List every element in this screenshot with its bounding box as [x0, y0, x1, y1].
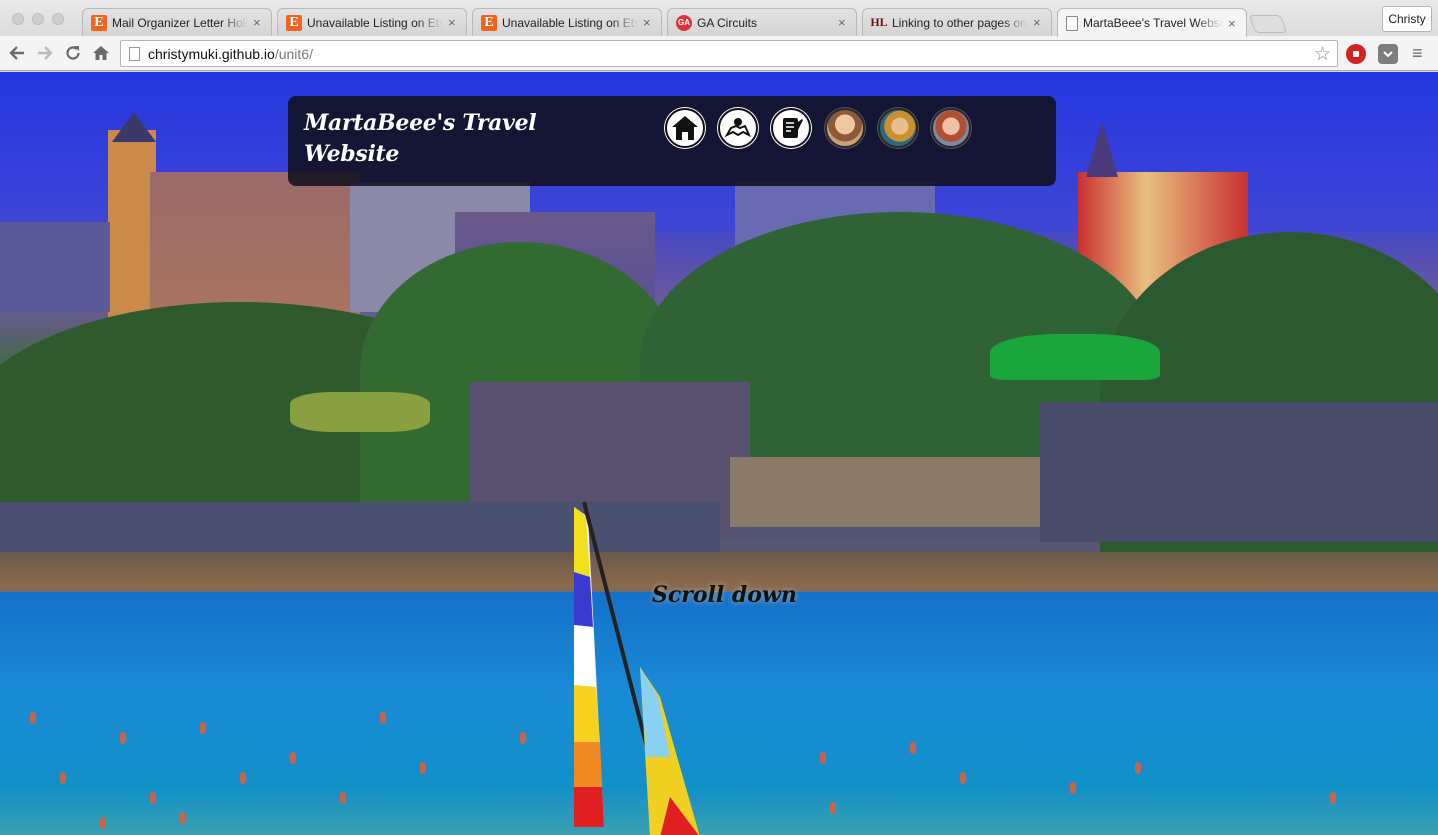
tab-title: Unavailable Listing on Etsy — [307, 15, 443, 30]
scenery-rampart — [1040, 402, 1438, 542]
tab-title: Unavailable Listing on Etsy — [502, 15, 638, 30]
star-icon[interactable]: ☆ — [1314, 43, 1331, 66]
scenery-spire — [1086, 122, 1118, 177]
avatar-3[interactable] — [931, 108, 971, 148]
site-header: MartaBeee's Travel Website — [288, 96, 1056, 186]
profile-button[interactable]: Christy — [1382, 6, 1432, 32]
tab-5[interactable]: HL Linking to other pages on y × — [862, 8, 1052, 36]
forward-arrow-icon[interactable] — [34, 42, 56, 64]
tab-1[interactable]: E Mail Organizer Letter Holde × — [82, 8, 272, 36]
scenery-tower — [108, 130, 156, 330]
etsy-icon: E — [481, 14, 497, 31]
tab-close-icon[interactable]: × — [448, 15, 458, 30]
tab-strip: E Mail Organizer Letter Holde × E Unavai… — [0, 0, 1438, 37]
new-tab-button[interactable] — [1248, 15, 1288, 33]
tab-title: GA Circuits — [697, 15, 758, 30]
tab-3[interactable]: E Unavailable Listing on Etsy × — [472, 8, 662, 36]
scenery-lawn-2 — [290, 392, 430, 432]
scenery-lawn — [990, 334, 1160, 380]
tab-title: MartaBeee's Travel Website — [1083, 16, 1223, 30]
back-arrow-icon[interactable] — [6, 42, 28, 64]
scenery-stone-wall — [730, 457, 1050, 527]
adblock-icon[interactable] — [1346, 44, 1366, 64]
zoom-window-button[interactable] — [52, 13, 64, 25]
address-bar[interactable]: christymuki.github.io/unit6/ ☆ — [120, 40, 1338, 67]
minimize-window-button[interactable] — [32, 13, 44, 25]
scroll-down-hint: Scroll down — [652, 582, 797, 608]
url-text: christymuki.github.io/unit6/ — [148, 45, 313, 62]
etsy-icon: E — [91, 14, 107, 31]
tab-close-icon[interactable]: × — [1033, 15, 1043, 30]
reload-icon[interactable] — [62, 42, 84, 64]
tab-title: Mail Organizer Letter Holde — [112, 15, 248, 30]
tab-title: Linking to other pages on y — [892, 15, 1028, 30]
tab-close-icon[interactable]: × — [1228, 16, 1238, 31]
tab-close-icon[interactable]: × — [643, 15, 653, 30]
tab-6-active[interactable]: MartaBeee's Travel Website × — [1057, 8, 1247, 37]
home-icon[interactable] — [665, 108, 705, 148]
tab-close-icon[interactable]: × — [838, 15, 848, 30]
browser-toolbar: christymuki.github.io/unit6/ ☆ ≡ — [0, 36, 1438, 71]
tab-close-icon[interactable]: × — [253, 15, 263, 30]
hl-icon: HL — [870, 15, 888, 29]
scenery-house-left — [0, 222, 110, 312]
etsy-icon: E — [286, 14, 302, 31]
tab-2[interactable]: E Unavailable Listing on Etsy × — [277, 8, 467, 36]
avatar-2[interactable] — [878, 108, 918, 148]
pocket-icon[interactable] — [1378, 44, 1398, 64]
scenery-roof — [112, 112, 156, 142]
site-title[interactable]: MartaBeee's Travel Website — [304, 108, 554, 170]
close-window-button[interactable] — [12, 13, 24, 25]
avatar-1[interactable] — [825, 108, 865, 148]
tab-4[interactable]: GA GA Circuits × — [667, 8, 857, 36]
notebook-icon[interactable] — [771, 108, 811, 148]
home-icon[interactable] — [90, 42, 112, 64]
page-icon — [1066, 15, 1078, 31]
scenery-sailboat — [574, 501, 700, 835]
page-viewport: MartaBeee's Travel Website Scroll down — [0, 72, 1438, 835]
page-icon — [129, 46, 140, 61]
ga-icon: GA — [676, 14, 692, 31]
hamburger-menu-icon[interactable]: ≡ — [1412, 44, 1428, 62]
map-icon[interactable] — [718, 108, 758, 148]
